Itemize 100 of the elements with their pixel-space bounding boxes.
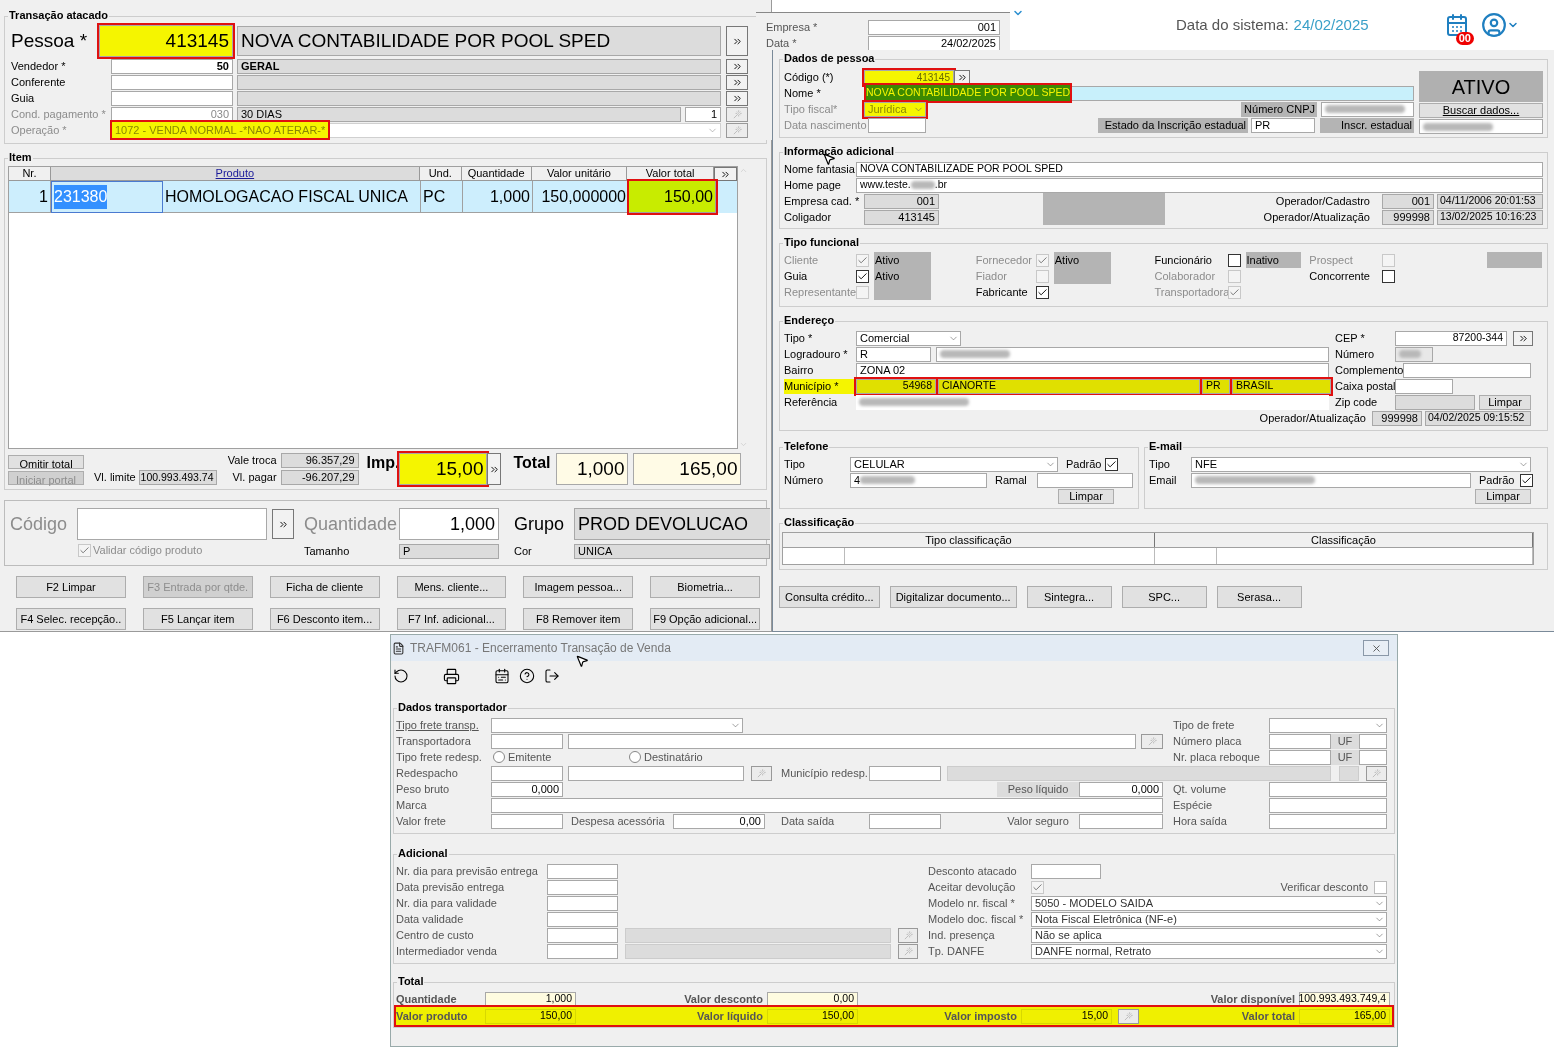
text-field[interactable] [869, 813, 941, 829]
text-field[interactable] [1269, 781, 1387, 797]
dropdown[interactable]: DANFE normal, Retrato [1031, 943, 1387, 959]
more-button[interactable] [726, 26, 748, 56]
button[interactable]: F4 Selec. recepção.. [16, 608, 126, 630]
text-field[interactable] [1321, 101, 1414, 117]
help-icon[interactable] [519, 668, 535, 684]
button[interactable]: Imagem pessoa... [523, 576, 634, 598]
text-field[interactable]: R [856, 346, 931, 362]
text-field[interactable] [547, 927, 618, 943]
text-field[interactable] [1339, 765, 1359, 781]
lookup-button[interactable] [726, 122, 748, 138]
text-field[interactable]: ZONA 02 [856, 362, 1329, 378]
text-field[interactable]: -96.207,29 [280, 470, 359, 485]
checkbox[interactable] [1035, 285, 1049, 299]
dropdown[interactable]: CELULAR [850, 456, 1058, 472]
text-field[interactable]: 001 [868, 19, 1000, 35]
text-field[interactable] [1269, 813, 1387, 829]
text-field[interactable] [1079, 813, 1163, 829]
table-row[interactable]: 1 231380 HOMOLOGACAO FISCAL UNICA PC 1,000 150,000000 150,00 [9, 181, 737, 213]
text-field[interactable] [111, 90, 233, 106]
text-field[interactable] [1269, 749, 1331, 765]
text-field[interactable] [625, 927, 891, 943]
text-field[interactable]: 0,00 [673, 813, 765, 829]
text-field[interactable] [1037, 472, 1133, 488]
dropdown[interactable]: Não se aplica [1031, 927, 1387, 943]
text-field[interactable]: 30 DIAS [237, 106, 681, 122]
more-button[interactable] [726, 90, 748, 106]
text-field[interactable] [547, 911, 618, 927]
lookup-button[interactable] [751, 765, 772, 781]
text-field[interactable] [1191, 472, 1471, 488]
text-field[interactable]: 100.993.493.74 [138, 470, 217, 485]
checkbox[interactable] [1227, 253, 1241, 267]
radio-button[interactable] [493, 751, 505, 763]
dropdown[interactable]: Nota Fiscal Eletrônica (NF-e) [1031, 911, 1387, 927]
lookup-button[interactable] [1366, 765, 1387, 781]
button[interactable]: Limpar [1475, 488, 1531, 504]
text-field[interactable] [1359, 733, 1387, 749]
text-field[interactable] [1419, 119, 1543, 134]
lookup-button[interactable] [898, 943, 918, 959]
text-field[interactable] [547, 879, 618, 895]
button[interactable]: F6 Desconto item... [269, 608, 380, 630]
text-field[interactable]: 15,00 [1021, 1008, 1112, 1024]
text-field[interactable] [936, 346, 1329, 362]
text-field[interactable]: 04/02/2025 09:15:52 [1425, 410, 1531, 426]
button[interactable]: Digitalizar documento... [889, 586, 1017, 608]
text-field[interactable] [1269, 797, 1387, 813]
button[interactable]: SPC... [1121, 586, 1207, 608]
lookup-button[interactable] [726, 106, 748, 122]
text-field[interactable]: 13/02/2025 10:16:23 [1437, 209, 1543, 225]
button[interactable]: F8 Remover item [523, 608, 634, 630]
checkbox[interactable] [856, 269, 869, 283]
lookup-button[interactable] [898, 927, 918, 943]
dropdown[interactable]: NFE [1191, 456, 1531, 472]
text-field[interactable] [237, 74, 721, 90]
button[interactable]: Mens. cliente... [396, 576, 507, 598]
text-field[interactable]: P [399, 543, 499, 559]
text-field[interactable] [547, 863, 618, 879]
text-field[interactable]: BRASIL [1232, 378, 1331, 394]
text-field[interactable] [77, 508, 267, 540]
text-field[interactable]: 4 [850, 472, 987, 488]
text-field[interactable]: 999998 [1382, 209, 1434, 225]
button[interactable]: F2 Limpar [16, 576, 126, 598]
text-field[interactable] [1395, 394, 1475, 410]
text-field[interactable]: CIANORTE [938, 378, 1200, 394]
text-field[interactable]: 96.357,29 [280, 453, 359, 468]
more-button[interactable] [1513, 330, 1533, 346]
text-field[interactable]: 001 [864, 193, 939, 209]
text-field[interactable]: UNICA [574, 543, 770, 559]
text-field[interactable] [947, 765, 1331, 781]
checkbox[interactable] [1105, 457, 1119, 471]
more-button[interactable] [272, 509, 294, 539]
text-field[interactable]: 24/02/2025 [868, 35, 1000, 51]
text-field[interactable]: 15,00 [399, 453, 488, 485]
close-button[interactable] [1363, 640, 1389, 656]
text-field[interactable]: PR [1202, 378, 1230, 394]
checkbox[interactable] [1374, 880, 1387, 894]
exit-icon[interactable] [544, 668, 560, 684]
column-header[interactable]: Tipo classificação [783, 533, 1155, 547]
button[interactable]: Serasa... [1216, 586, 1302, 608]
text-field[interactable] [869, 765, 941, 781]
text-field[interactable]: 001 [1382, 193, 1434, 209]
text-field[interactable]: 0,000 [1079, 781, 1163, 797]
text-field[interactable]: PROD DEVOLUCAO [574, 508, 770, 540]
text-field[interactable] [547, 943, 618, 959]
text-field[interactable]: NOVA CONTABILIDADE POR POOL SPED [864, 85, 1414, 101]
lookup-button[interactable] [1141, 733, 1163, 749]
more-button[interactable] [487, 453, 502, 485]
more-button[interactable] [714, 167, 737, 181]
text-field[interactable] [625, 943, 891, 959]
radio-button[interactable] [629, 751, 641, 763]
column-header[interactable]: Classificação [1155, 533, 1533, 547]
text-field[interactable]: 87200-344 [1395, 330, 1507, 346]
text-field[interactable] [491, 765, 563, 781]
text-field[interactable]: 413145 [99, 25, 233, 57]
text-field[interactable]: 0,000 [491, 781, 563, 797]
text-field[interactable] [491, 813, 563, 829]
text-field[interactable] [1395, 346, 1433, 362]
more-button[interactable] [726, 58, 748, 74]
undo-icon[interactable] [393, 668, 409, 684]
